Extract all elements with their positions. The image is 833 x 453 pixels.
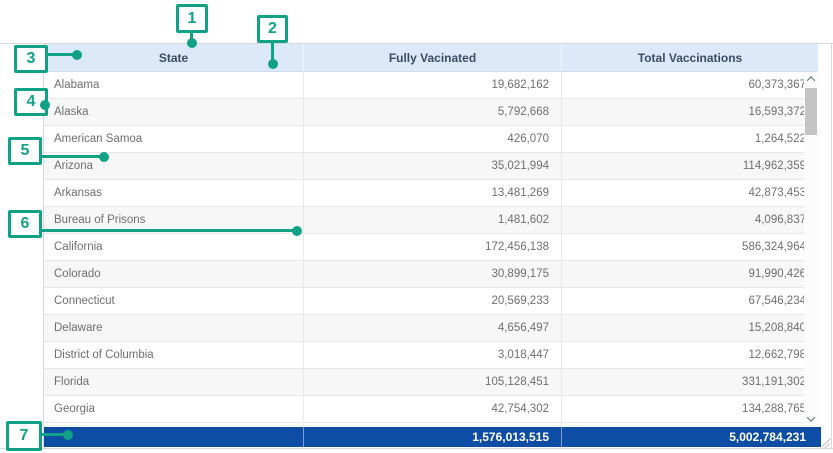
chevron-up-icon bbox=[807, 76, 815, 84]
cell-fully-vaccinated: 1,481,602 bbox=[303, 207, 561, 233]
cell-fully-vaccinated: 35,021,994 bbox=[303, 153, 561, 179]
cell-total-vaccinations: 60,373,367 bbox=[561, 72, 818, 98]
table-totals-row: 1,576,013,515 5,002,784,231 bbox=[44, 427, 821, 447]
resize-grip-icon[interactable] bbox=[822, 438, 831, 447]
totals-total-vaccinations-cell: 5,002,784,231 bbox=[561, 427, 818, 447]
table-row[interactable]: California172,456,138586,324,964 bbox=[44, 234, 818, 261]
scrollbar-thumb[interactable] bbox=[805, 88, 817, 135]
callout-1-dot bbox=[187, 38, 197, 48]
table-row[interactable]: Florida105,128,451331,191,302 bbox=[44, 369, 818, 396]
cell-fully-vaccinated: 172,456,138 bbox=[303, 234, 561, 260]
cell-total-vaccinations: 4,096,837 bbox=[561, 207, 818, 233]
cell-total-vaccinations: 42,873,453 bbox=[561, 180, 818, 206]
cell-total-vaccinations: 331,191,302 bbox=[561, 369, 818, 395]
table-row[interactable]: Alabama19,682,16260,373,367 bbox=[44, 72, 818, 99]
callout-6: 6 bbox=[8, 210, 42, 238]
cell-total-vaccinations: 91,990,426 bbox=[561, 261, 818, 287]
cell-state: Georgia bbox=[44, 396, 303, 422]
cell-state: Arkansas bbox=[44, 180, 303, 206]
cell-fully-vaccinated: 426,070 bbox=[303, 126, 561, 152]
callout-2-dot bbox=[268, 59, 278, 69]
cell-total-vaccinations: 67,546,234 bbox=[561, 288, 818, 314]
table-header-row: State Fully Vacinated Total Vaccinations bbox=[44, 44, 818, 72]
cell-fully-vaccinated: 19,682,162 bbox=[303, 72, 561, 98]
cell-total-vaccinations: 586,324,964 bbox=[561, 234, 818, 260]
cell-state: Delaware bbox=[44, 315, 303, 341]
vaccination-table: State Fully Vacinated Total Vaccinations… bbox=[43, 43, 832, 448]
callout-7-dot bbox=[63, 430, 73, 440]
cell-state: Connecticut bbox=[44, 288, 303, 314]
cell-total-vaccinations: 16,593,372 bbox=[561, 99, 818, 125]
vertical-scrollbar[interactable] bbox=[804, 72, 818, 425]
scroll-up-button[interactable] bbox=[804, 72, 818, 85]
cell-fully-vaccinated: 5,792,668 bbox=[303, 99, 561, 125]
callout-3: 3 bbox=[14, 45, 48, 73]
cell-total-vaccinations: 1,264,522 bbox=[561, 126, 818, 152]
cell-fully-vaccinated: 30,899,175 bbox=[303, 261, 561, 287]
table-row[interactable]: Georgia42,754,302134,288,765 bbox=[44, 396, 818, 423]
table-row[interactable]: Delaware4,656,49715,208,840 bbox=[44, 315, 818, 342]
table-row[interactable]: Connecticut20,569,23367,546,234 bbox=[44, 288, 818, 315]
callout-6-line bbox=[42, 229, 297, 232]
cell-state: American Samoa bbox=[44, 126, 303, 152]
callout-2: 2 bbox=[257, 15, 288, 43]
callout-6-dot bbox=[292, 226, 302, 236]
bottom-frame-line bbox=[0, 448, 833, 449]
cell-state: Alaska bbox=[44, 99, 303, 125]
callout-3-dot bbox=[72, 50, 82, 60]
cell-fully-vaccinated: 105,128,451 bbox=[303, 369, 561, 395]
callout-1: 1 bbox=[176, 4, 208, 33]
chevron-down-icon bbox=[807, 413, 815, 421]
annotated-table-screenshot: State Fully Vacinated Total Vaccinations… bbox=[0, 0, 833, 453]
table-row[interactable]: American Samoa426,0701,264,522 bbox=[44, 126, 818, 153]
callout-5: 5 bbox=[8, 137, 42, 165]
cell-state: District of Columbia bbox=[44, 342, 303, 368]
callout-4-dot bbox=[40, 100, 50, 110]
callout-7: 7 bbox=[6, 421, 42, 451]
cell-fully-vaccinated: 3,018,447 bbox=[303, 342, 561, 368]
cell-fully-vaccinated: 42,754,302 bbox=[303, 396, 561, 422]
table-row[interactable]: Arizona35,021,994114,962,359 bbox=[44, 153, 818, 180]
cell-total-vaccinations: 134,288,765 bbox=[561, 396, 818, 422]
column-header-total-vaccinations[interactable]: Total Vaccinations bbox=[561, 44, 818, 71]
table-row[interactable]: Arkansas13,481,26942,873,453 bbox=[44, 180, 818, 207]
column-header-state[interactable]: State bbox=[44, 44, 303, 71]
table-row[interactable]: Colorado30,899,17591,990,426 bbox=[44, 261, 818, 288]
table-body: Alabama19,682,16260,373,367Alaska5,792,6… bbox=[44, 72, 818, 423]
cell-fully-vaccinated: 20,569,233 bbox=[303, 288, 561, 314]
cell-total-vaccinations: 12,662,798 bbox=[561, 342, 818, 368]
cell-state: Colorado bbox=[44, 261, 303, 287]
callout-5-line bbox=[42, 155, 104, 158]
cell-fully-vaccinated: 13,481,269 bbox=[303, 180, 561, 206]
cell-total-vaccinations: 15,208,840 bbox=[561, 315, 818, 341]
totals-state-cell bbox=[44, 427, 303, 447]
table-row[interactable]: Alaska5,792,66816,593,372 bbox=[44, 99, 818, 126]
cell-fully-vaccinated: 4,656,497 bbox=[303, 315, 561, 341]
column-header-fully-vaccinated[interactable]: Fully Vacinated bbox=[303, 44, 561, 71]
cell-total-vaccinations: 114,962,359 bbox=[561, 153, 818, 179]
table-row[interactable]: District of Columbia3,018,44712,662,798 bbox=[44, 342, 818, 369]
cell-state: Florida bbox=[44, 369, 303, 395]
cell-state: Alabama bbox=[44, 72, 303, 98]
callout-5-dot bbox=[99, 152, 109, 162]
cell-state: California bbox=[44, 234, 303, 260]
scroll-down-button[interactable] bbox=[804, 412, 818, 425]
totals-fully-vaccinated-cell: 1,576,013,515 bbox=[303, 427, 561, 447]
